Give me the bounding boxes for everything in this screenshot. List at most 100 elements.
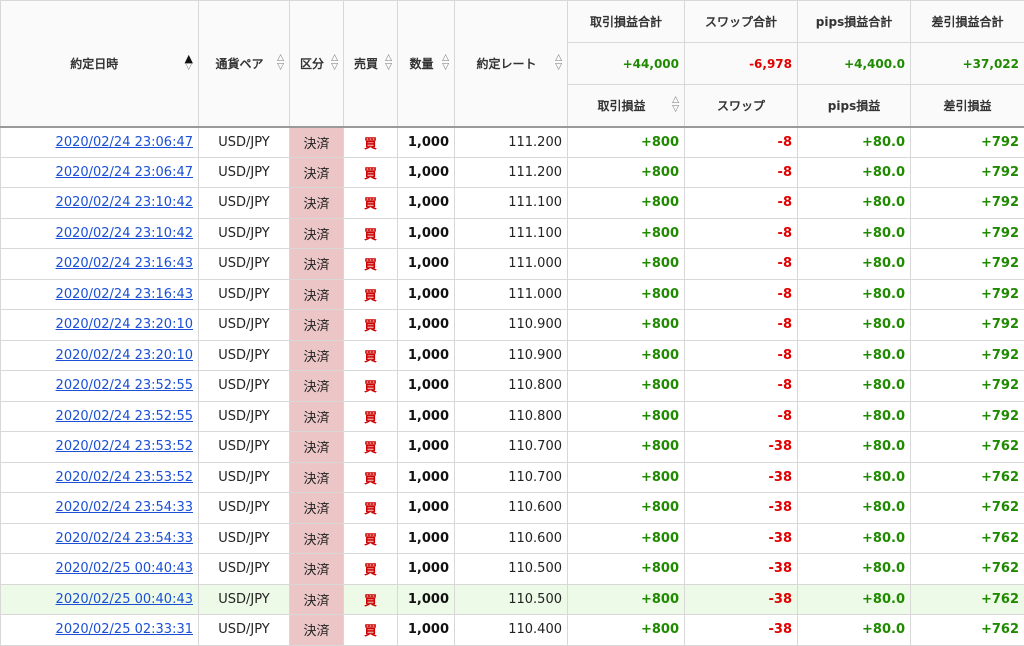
pair-cell: USD/JPY — [199, 157, 290, 188]
datetime-cell[interactable]: 2020/02/24 23:54:33 — [1, 493, 199, 524]
qty-cell: 1,000 — [398, 310, 455, 341]
trade-datetime-link[interactable]: 2020/02/24 23:10:42 — [56, 195, 193, 210]
qty-cell: 1,000 — [398, 188, 455, 219]
sort-rate-icon[interactable]: △▽ — [555, 54, 562, 72]
trade-datetime-link[interactable]: 2020/02/24 23:16:43 — [56, 287, 193, 302]
datetime-cell[interactable]: 2020/02/24 23:52:55 — [1, 371, 199, 402]
datetime-cell[interactable]: 2020/02/25 02:33:31 — [1, 615, 199, 646]
trade-datetime-link[interactable]: 2020/02/24 23:54:33 — [56, 531, 193, 546]
pl-cell: +800 — [568, 218, 685, 249]
side-cell: 買 — [344, 127, 398, 158]
sort-desc-icon: ▽ — [385, 63, 392, 72]
pl-cell: +800 — [568, 188, 685, 219]
kind-cell: 決済 — [290, 615, 344, 646]
rate-cell: 110.500 — [455, 584, 568, 615]
side-cell: 買 — [344, 432, 398, 463]
datetime-cell[interactable]: 2020/02/24 23:53:52 — [1, 462, 199, 493]
sort-qty-icon[interactable]: △▽ — [442, 54, 449, 72]
pips-cell: +80.0 — [798, 218, 911, 249]
pips-cell: +80.0 — [798, 432, 911, 463]
sort-kind-icon[interactable]: △▽ — [331, 54, 338, 72]
trade-datetime-link[interactable]: 2020/02/24 23:54:33 — [56, 500, 193, 515]
net-cell: +792 — [911, 279, 1024, 310]
sort-pl-icon[interactable]: △▽ — [672, 96, 679, 114]
qty-cell: 1,000 — [398, 615, 455, 646]
swap-cell: -8 — [685, 157, 798, 188]
datetime-cell[interactable]: 2020/02/24 23:06:47 — [1, 127, 199, 158]
header-kind[interactable]: 区分 △▽ — [290, 1, 344, 127]
datetime-cell[interactable]: 2020/02/24 23:20:10 — [1, 340, 199, 371]
pl-cell: +800 — [568, 340, 685, 371]
datetime-cell[interactable]: 2020/02/24 23:52:55 — [1, 401, 199, 432]
pl-cell: +800 — [568, 310, 685, 341]
kind-cell: 決済 — [290, 310, 344, 341]
table-row: 2020/02/24 23:52:55USD/JPY決済買1,000110.80… — [1, 371, 1024, 402]
header-datetime-label: 約定日時 — [6, 55, 183, 72]
qty-cell: 1,000 — [398, 279, 455, 310]
datetime-cell[interactable]: 2020/02/25 00:40:43 — [1, 584, 199, 615]
table-row: 2020/02/24 23:16:43USD/JPY決済買1,000111.00… — [1, 279, 1024, 310]
trade-datetime-link[interactable]: 2020/02/25 02:33:31 — [56, 622, 193, 637]
qty-cell: 1,000 — [398, 218, 455, 249]
kind-cell: 決済 — [290, 462, 344, 493]
trade-datetime-link[interactable]: 2020/02/25 00:40:43 — [56, 561, 193, 576]
trade-datetime-link[interactable]: 2020/02/24 23:53:52 — [56, 439, 193, 454]
datetime-cell[interactable]: 2020/02/24 23:53:52 — [1, 432, 199, 463]
datetime-cell[interactable]: 2020/02/24 23:06:47 — [1, 157, 199, 188]
swap-cell: -38 — [685, 462, 798, 493]
header-net-total: 差引損益合計 — [911, 1, 1024, 43]
trade-datetime-link[interactable]: 2020/02/25 00:40:43 — [56, 592, 193, 607]
sort-desc-icon: ▽ — [185, 63, 193, 72]
trade-datetime-link[interactable]: 2020/02/24 23:52:55 — [56, 378, 193, 393]
swap-cell: -8 — [685, 401, 798, 432]
datetime-cell[interactable]: 2020/02/24 23:16:43 — [1, 249, 199, 280]
pips-cell: +80.0 — [798, 371, 911, 402]
net-cell: +792 — [911, 340, 1024, 371]
net-cell: +762 — [911, 615, 1024, 646]
pair-cell: USD/JPY — [199, 279, 290, 310]
trade-datetime-link[interactable]: 2020/02/24 23:16:43 — [56, 256, 193, 271]
trade-datetime-link[interactable]: 2020/02/24 23:53:52 — [56, 470, 193, 485]
datetime-cell[interactable]: 2020/02/24 23:20:10 — [1, 310, 199, 341]
swap-cell: -38 — [685, 615, 798, 646]
datetime-cell[interactable]: 2020/02/25 00:40:43 — [1, 554, 199, 585]
swap-cell: -38 — [685, 432, 798, 463]
trade-history-table: 約定日時 ▲▽ 通貨ペア △▽ 区分 △▽ 売買 △▽ 数量 △▽ 約定レート … — [0, 0, 1024, 646]
rate-cell: 111.000 — [455, 249, 568, 280]
trade-datetime-link[interactable]: 2020/02/24 23:20:10 — [56, 317, 193, 332]
rate-cell: 111.100 — [455, 218, 568, 249]
pair-cell: USD/JPY — [199, 249, 290, 280]
rate-cell: 110.700 — [455, 432, 568, 463]
datetime-cell[interactable]: 2020/02/24 23:10:42 — [1, 218, 199, 249]
sort-desc-icon: ▽ — [555, 63, 562, 72]
table-row: 2020/02/24 23:20:10USD/JPY決済買1,000110.90… — [1, 340, 1024, 371]
pl-cell: +800 — [568, 554, 685, 585]
datetime-cell[interactable]: 2020/02/24 23:16:43 — [1, 279, 199, 310]
side-cell: 買 — [344, 310, 398, 341]
trade-datetime-link[interactable]: 2020/02/24 23:10:42 — [56, 226, 193, 241]
datetime-cell[interactable]: 2020/02/24 23:54:33 — [1, 523, 199, 554]
rate-cell: 110.600 — [455, 523, 568, 554]
header-datetime[interactable]: 約定日時 ▲▽ — [1, 1, 199, 127]
swap-cell: -8 — [685, 279, 798, 310]
trade-datetime-link[interactable]: 2020/02/24 23:20:10 — [56, 348, 193, 363]
net-cell: +792 — [911, 249, 1024, 280]
pl-cell: +800 — [568, 371, 685, 402]
datetime-cell[interactable]: 2020/02/24 23:10:42 — [1, 188, 199, 219]
header-rate-label: 約定レート — [460, 55, 553, 72]
header-pl[interactable]: 取引損益 △▽ — [568, 85, 685, 127]
header-qty[interactable]: 数量 △▽ — [398, 1, 455, 127]
pair-cell: USD/JPY — [199, 554, 290, 585]
side-cell: 買 — [344, 249, 398, 280]
kind-cell: 決済 — [290, 584, 344, 615]
sort-side-icon[interactable]: △▽ — [385, 54, 392, 72]
qty-cell: 1,000 — [398, 157, 455, 188]
header-side[interactable]: 売買 △▽ — [344, 1, 398, 127]
trade-datetime-link[interactable]: 2020/02/24 23:06:47 — [56, 165, 193, 180]
sort-datetime-icon[interactable]: ▲▽ — [185, 54, 193, 72]
header-rate[interactable]: 約定レート △▽ — [455, 1, 568, 127]
sort-pair-icon[interactable]: △▽ — [277, 54, 284, 72]
trade-datetime-link[interactable]: 2020/02/24 23:06:47 — [56, 135, 193, 150]
header-pair[interactable]: 通貨ペア △▽ — [199, 1, 290, 127]
trade-datetime-link[interactable]: 2020/02/24 23:52:55 — [56, 409, 193, 424]
